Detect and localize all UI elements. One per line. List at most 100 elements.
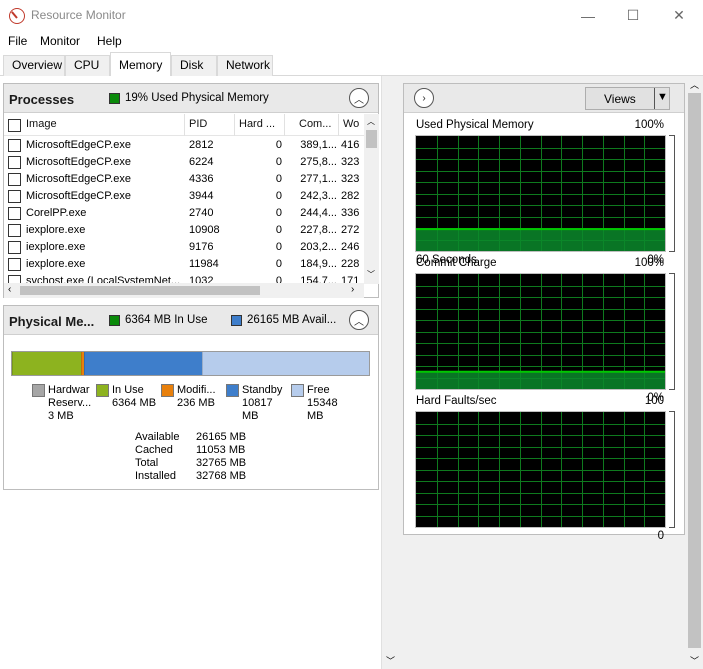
column-pid[interactable]: PID xyxy=(185,114,235,136)
scroll-right-icon[interactable]: › xyxy=(351,284,354,295)
column-image[interactable]: Image xyxy=(22,114,185,136)
graph-fill-area xyxy=(416,371,665,389)
legend-label: 15348 xyxy=(307,397,338,409)
table-cell: iexplore.exe xyxy=(26,224,86,236)
graph-title: Commit Charge xyxy=(416,257,497,269)
scroll-down-icon[interactable]: ﹀ xyxy=(690,654,699,667)
stat-label: Available xyxy=(135,431,180,443)
maximize-button[interactable]: ☐ xyxy=(610,0,656,31)
in-use-indicator xyxy=(109,315,120,326)
table-cell: 2812 xyxy=(189,139,214,151)
memory-bar-segment xyxy=(12,352,82,375)
physical-memory-header[interactable]: Physical Me... 6364 MB In Use 26165 MB A… xyxy=(4,306,378,335)
table-cell: 228 xyxy=(341,258,360,270)
legend-label: 10817 xyxy=(242,397,273,409)
table-cell: iexplore.exe xyxy=(26,241,86,253)
column-hard-faults[interactable]: Hard ... xyxy=(235,114,285,136)
table-row[interactable]: iexplore.exe 11984 0 184,9... 228 xyxy=(4,256,364,273)
collapse-processes-button[interactable]: ︿ xyxy=(349,88,369,108)
row-checkbox[interactable] xyxy=(8,224,21,237)
table-cell: 0 xyxy=(275,173,282,185)
processes-header[interactable]: Processes 19% Used Physical Memory ︿ xyxy=(4,84,378,113)
collapse-physical-memory-button[interactable]: ︿ xyxy=(349,310,369,330)
scroll-down-icon[interactable]: ﹀ xyxy=(386,654,395,667)
table-cell: 275,8... xyxy=(300,156,337,168)
memory-bar-segment xyxy=(83,352,202,375)
table-row[interactable]: MicrosoftEdgeCP.exe 3944 0 242,3... 282 xyxy=(4,188,364,205)
graph-title: Hard Faults/sec xyxy=(416,395,497,407)
main-vertical-scrollbar[interactable]: ︿ ﹀ xyxy=(686,76,703,669)
table-cell: 10908 xyxy=(189,224,220,236)
processes-summary: 19% Used Physical Memory xyxy=(125,92,269,104)
pane-splitter[interactable] xyxy=(398,76,403,669)
graph-svg xyxy=(416,412,665,527)
expand-graphs-button[interactable]: › xyxy=(414,88,434,108)
table-cell: 246 xyxy=(341,241,360,253)
table-row[interactable]: MicrosoftEdgeCP.exe 4336 0 277,1... 323 xyxy=(4,171,364,188)
graph-max-label: 100% xyxy=(634,119,664,131)
scroll-down-icon[interactable]: ﹀ xyxy=(367,269,375,280)
column-commit[interactable]: Com... xyxy=(285,114,339,136)
scroll-left-icon[interactable]: ‹ xyxy=(8,284,11,295)
scroll-up-icon[interactable]: ︿ xyxy=(367,116,375,127)
minimize-button[interactable]: — xyxy=(565,0,611,31)
table-row[interactable]: MicrosoftEdgeCP.exe 6224 0 275,8... 323 xyxy=(4,154,364,171)
stat-label: Cached xyxy=(135,444,173,456)
column-working-set[interactable]: Wo xyxy=(339,114,364,136)
menu-monitor[interactable]: Monitor xyxy=(40,34,80,48)
legend-label: Hardwar xyxy=(48,384,90,396)
legend-label: 3 MB xyxy=(48,410,74,422)
tab-memory[interactable]: Memory xyxy=(110,52,171,77)
scroll-up-icon[interactable]: ︿ xyxy=(690,78,699,91)
row-checkbox[interactable] xyxy=(8,258,21,271)
tab-bar: Overview CPU Memory Disk Network xyxy=(0,51,703,77)
graph-axis xyxy=(669,273,675,390)
views-dropdown[interactable]: Views ▼ xyxy=(585,87,670,110)
menu-file[interactable]: File xyxy=(8,34,27,48)
main-scroll-thumb[interactable] xyxy=(688,93,701,648)
tab-disk[interactable]: Disk xyxy=(171,55,217,76)
graph-canvas xyxy=(415,273,666,390)
chevron-up-icon: ︿ xyxy=(354,316,364,328)
h-scroll-thumb[interactable] xyxy=(20,286,260,295)
tab-cpu[interactable]: CPU xyxy=(65,55,110,76)
menu-help[interactable]: Help xyxy=(97,34,122,48)
table-cell: 282 xyxy=(341,190,360,202)
row-checkbox[interactable] xyxy=(8,173,21,186)
processes-table-header: Image PID Hard ... Com... Wo xyxy=(4,114,364,136)
left-pane-scrollbar[interactable]: ﹀ xyxy=(381,76,398,669)
table-row[interactable]: iexplore.exe 10908 0 227,8... 272 xyxy=(4,222,364,239)
legend-label: Standby xyxy=(242,384,283,396)
table-row[interactable]: MicrosoftEdgeCP.exe 2812 0 389,1... 416 xyxy=(4,137,364,154)
tab-overview[interactable]: Overview xyxy=(3,55,65,76)
row-checkbox[interactable] xyxy=(8,207,21,220)
legend-label: MB xyxy=(307,410,324,422)
row-checkbox[interactable] xyxy=(8,139,21,152)
dropdown-arrow-icon[interactable]: ▼ xyxy=(657,91,668,103)
table-cell: MicrosoftEdgeCP.exe xyxy=(26,190,131,202)
available-indicator xyxy=(231,315,242,326)
table-cell: 277,1... xyxy=(300,173,337,185)
table-cell: 6224 xyxy=(189,156,214,168)
available-summary: 26165 MB Avail... xyxy=(247,314,337,326)
graphs-container: Used Physical Memory 100% 60 Seconds 0% Comm… xyxy=(404,114,684,542)
row-checkbox[interactable] xyxy=(8,241,21,254)
title-bar[interactable]: Resource Monitor — ☐ ✕ xyxy=(0,0,703,31)
scroll-thumb[interactable] xyxy=(366,130,377,148)
close-button[interactable]: ✕ xyxy=(656,0,702,31)
tab-network[interactable]: Network xyxy=(217,55,273,76)
processes-horizontal-scrollbar[interactable]: ‹ › xyxy=(4,283,364,298)
views-label: Views xyxy=(604,92,636,106)
row-checkbox[interactable] xyxy=(8,190,21,203)
table-cell: 3944 xyxy=(189,190,214,202)
memory-stats: Available 26165 MB Cached 11053 MB Total 3276… xyxy=(135,431,285,485)
table-cell: CorelPP.exe xyxy=(26,207,87,219)
processes-vertical-scrollbar[interactable]: ︿ ﹀ xyxy=(364,114,379,284)
table-row[interactable]: iexplore.exe 9176 0 203,2... 246 xyxy=(4,239,364,256)
table-cell: 323 xyxy=(341,156,360,168)
table-cell: 323 xyxy=(341,173,360,185)
select-all-checkbox[interactable] xyxy=(8,119,21,132)
table-row[interactable]: CorelPP.exe 2740 0 244,4... 336 xyxy=(4,205,364,222)
table-cell: 11984 xyxy=(189,258,219,270)
row-checkbox[interactable] xyxy=(8,156,21,169)
